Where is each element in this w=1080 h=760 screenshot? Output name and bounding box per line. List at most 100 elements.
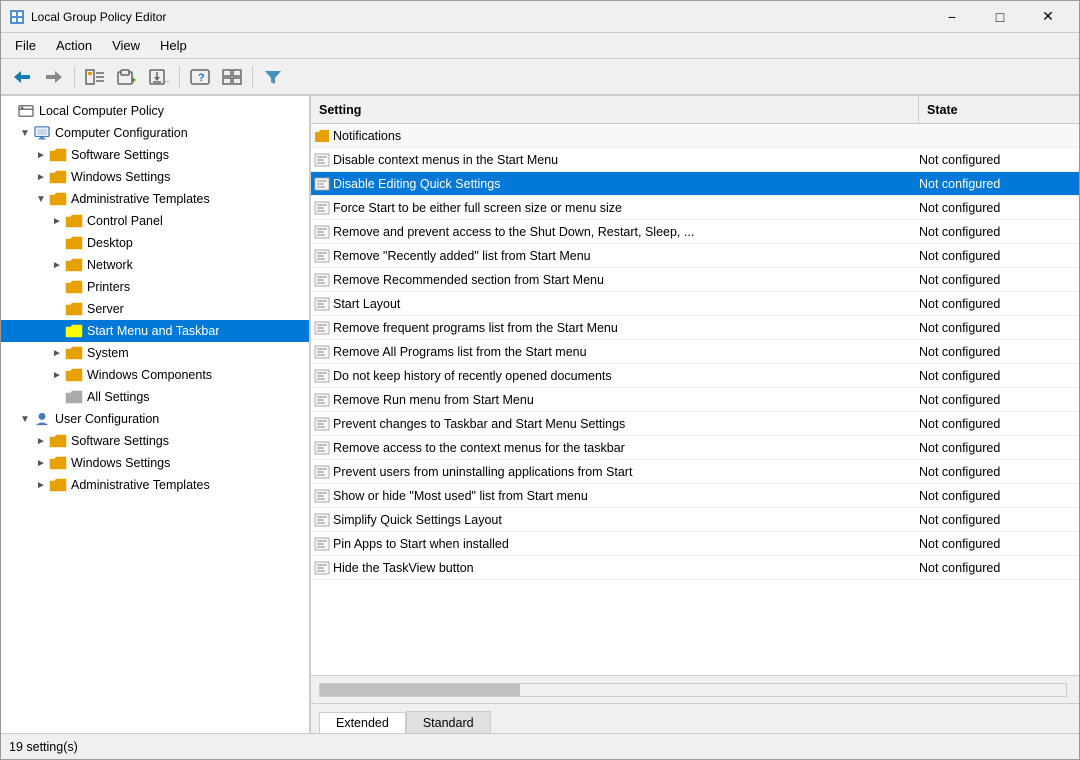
row-text-row1: Disable context menus in the Start Menu (333, 153, 919, 167)
tree-node-local-policy[interactable]: Local Computer Policy (1, 100, 309, 122)
list-row-row18[interactable]: Hide the TaskView buttonNot configured (311, 556, 1079, 580)
content-area: Local Computer Policy▼ Computer Configur… (1, 95, 1079, 733)
expand-btn-all-settings-1 (49, 389, 65, 405)
list-row-row7[interactable]: Start LayoutNot configured (311, 292, 1079, 316)
expand-btn-desktop (49, 235, 65, 251)
list-row-row5[interactable]: Remove "Recently added" list from Start … (311, 244, 1079, 268)
expand-btn-server (49, 301, 65, 317)
expand-btn-system[interactable]: ► (49, 345, 65, 361)
menu-view[interactable]: View (102, 36, 150, 55)
col-state-header[interactable]: State (919, 96, 1079, 123)
tree-node-server[interactable]: Server (1, 298, 309, 320)
maximize-button[interactable]: □ (977, 1, 1023, 33)
row-state-row7: Not configured (919, 297, 1079, 311)
list-row-row1[interactable]: Disable context menus in the Start MenuN… (311, 148, 1079, 172)
tree-node-start-menu-taskbar[interactable]: Start Menu and Taskbar (1, 320, 309, 342)
tree-node-printers[interactable]: Printers (1, 276, 309, 298)
list-row-row16[interactable]: Simplify Quick Settings LayoutNot config… (311, 508, 1079, 532)
tree-node-admin-templates-2[interactable]: ► Administrative Templates (1, 474, 309, 496)
expand-btn-control-panel[interactable]: ► (49, 213, 65, 229)
tree-node-software-settings-1[interactable]: ► Software Settings (1, 144, 309, 166)
forward-button[interactable] (39, 63, 69, 91)
new-gpo-button[interactable]: + (112, 63, 142, 91)
list-row-row9[interactable]: Remove All Programs list from the Start … (311, 340, 1079, 364)
tree-node-windows-settings-2[interactable]: ► Windows Settings (1, 452, 309, 474)
tab-standard[interactable]: Standard (406, 711, 491, 733)
list-row-row8[interactable]: Remove frequent programs list from the S… (311, 316, 1079, 340)
row-text-row12: Prevent changes to Taskbar and Start Men… (333, 417, 919, 431)
row-state-row11: Not configured (919, 393, 1079, 407)
row-state-row5: Not configured (919, 249, 1079, 263)
row-text-notifications: Notifications (333, 129, 919, 143)
list-row-row15[interactable]: Show or hide "Most used" list from Start… (311, 484, 1079, 508)
close-button[interactable]: ✕ (1025, 1, 1071, 33)
expand-btn-network[interactable]: ► (49, 257, 65, 273)
back-button[interactable] (7, 63, 37, 91)
tree-node-windows-settings-1[interactable]: ► Windows Settings (1, 166, 309, 188)
status-text: 19 setting(s) (9, 740, 78, 754)
row-icon-row1 (311, 153, 333, 167)
tree-node-windows-components-1[interactable]: ► Windows Components (1, 364, 309, 386)
menu-help[interactable]: Help (150, 36, 197, 55)
expand-btn-windows-settings-1[interactable]: ► (33, 169, 49, 185)
row-icon-row7 (311, 297, 333, 311)
row-state-row2: Not configured (919, 177, 1079, 191)
folder-icon-all-settings-1 (65, 390, 83, 404)
status-bar: 19 setting(s) (1, 733, 1079, 759)
row-text-row16: Simplify Quick Settings Layout (333, 513, 919, 527)
list-row-row10[interactable]: Do not keep history of recently opened d… (311, 364, 1079, 388)
menu-bar: File Action View Help (1, 33, 1079, 59)
row-text-row10: Do not keep history of recently opened d… (333, 369, 919, 383)
row-icon-row18 (311, 561, 333, 575)
tree-node-software-settings-2[interactable]: ► Software Settings (1, 430, 309, 452)
tree-node-desktop[interactable]: Desktop (1, 232, 309, 254)
expand-btn-admin-templates-1[interactable]: ▼ (33, 191, 49, 207)
folder-icon-windows-settings-1 (49, 170, 67, 184)
h-scrollbar-thumb[interactable] (320, 684, 520, 696)
expand-btn-admin-templates-2[interactable]: ► (33, 477, 49, 493)
h-scrollbar[interactable] (319, 683, 1067, 697)
row-icon-row5 (311, 249, 333, 263)
list-row-row6[interactable]: Remove Recommended section from Start Me… (311, 268, 1079, 292)
menu-action[interactable]: Action (46, 36, 102, 55)
expand-btn-windows-settings-2[interactable]: ► (33, 455, 49, 471)
list-row-row3[interactable]: Force Start to be either full screen siz… (311, 196, 1079, 220)
tree-node-all-settings-1[interactable]: All Settings (1, 386, 309, 408)
list-row-row14[interactable]: Prevent users from uninstalling applicat… (311, 460, 1079, 484)
row-state-row3: Not configured (919, 201, 1079, 215)
expand-btn-user-config[interactable]: ▼ (17, 411, 33, 427)
show-hide-tree-button[interactable] (80, 63, 110, 91)
expand-btn-computer-config[interactable]: ▼ (17, 125, 33, 141)
tree-node-user-config[interactable]: ▼ User Configuration (1, 408, 309, 430)
minimize-button[interactable]: − (929, 1, 975, 33)
folder-icon-start-menu-taskbar (65, 324, 83, 338)
row-text-row2: Disable Editing Quick Settings (333, 177, 919, 191)
export-button[interactable]: → (144, 63, 174, 91)
expand-btn-software-settings-2[interactable]: ► (33, 433, 49, 449)
list-row-row4[interactable]: Remove and prevent access to the Shut Do… (311, 220, 1079, 244)
list-row-row17[interactable]: Pin Apps to Start when installedNot conf… (311, 532, 1079, 556)
row-icon-row4 (311, 225, 333, 239)
row-state-row13: Not configured (919, 441, 1079, 455)
expand-btn-software-settings-1[interactable]: ► (33, 147, 49, 163)
tree-node-system[interactable]: ► System (1, 342, 309, 364)
list-row-row2[interactable]: Disable Editing Quick SettingsNot config… (311, 172, 1079, 196)
window-title: Local Group Policy Editor (31, 10, 923, 24)
folder-icon-desktop (65, 236, 83, 250)
tab-extended[interactable]: Extended (319, 712, 406, 733)
list-row-row11[interactable]: Remove Run menu from Start MenuNot confi… (311, 388, 1079, 412)
tree-node-network[interactable]: ► Network (1, 254, 309, 276)
toolbar: + → ? (1, 59, 1079, 95)
menu-file[interactable]: File (5, 36, 46, 55)
expand-btn-windows-components-1[interactable]: ► (49, 367, 65, 383)
list-row-row13[interactable]: Remove access to the context menus for t… (311, 436, 1079, 460)
view-button[interactable] (217, 63, 247, 91)
tree-node-computer-config[interactable]: ▼ Computer Configuration (1, 122, 309, 144)
tree-node-admin-templates-1[interactable]: ▼ Administrative Templates (1, 188, 309, 210)
help-button[interactable]: ? (185, 63, 215, 91)
tree-node-control-panel[interactable]: ► Control Panel (1, 210, 309, 232)
list-row-row12[interactable]: Prevent changes to Taskbar and Start Men… (311, 412, 1079, 436)
filter-button[interactable] (258, 63, 288, 91)
col-setting-header[interactable]: Setting (311, 96, 919, 123)
node-label-desktop: Desktop (87, 236, 133, 250)
